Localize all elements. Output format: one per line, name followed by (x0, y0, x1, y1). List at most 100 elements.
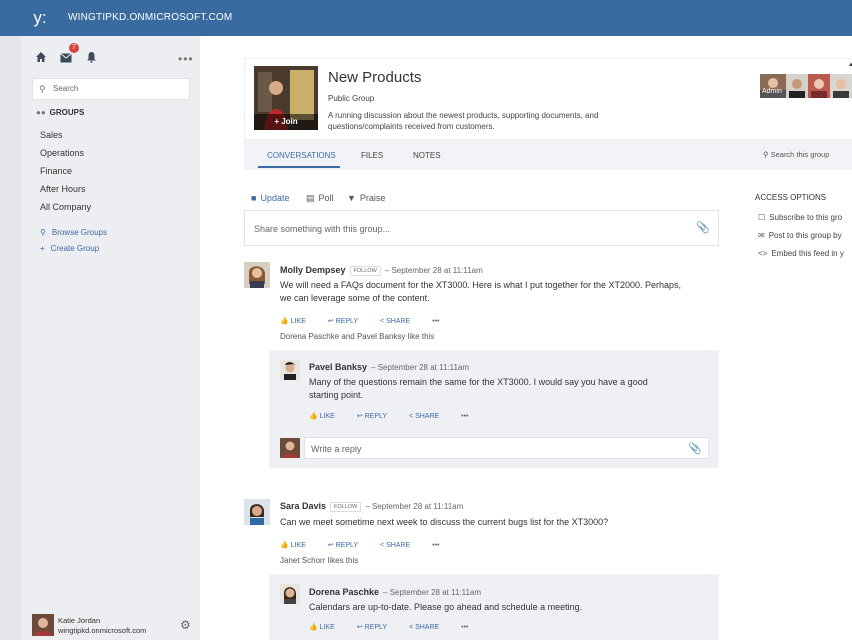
tenant-name[interactable]: WINGTIPKD.ONMICROSOFT.COM (68, 12, 232, 23)
sidebar: 7 ••• ⚲ Search ●● GROUPS Sales Operations… (22, 36, 200, 640)
author-name: Molly Dempsey (280, 265, 346, 275)
reply-author[interactable]: Dorena Paschke – September 28 at 11:11am (309, 587, 481, 597)
user-avatar[interactable] (32, 614, 54, 636)
members-more-marker[interactable]: ▲ (848, 62, 852, 68)
top-bar: y: WINGTIPKD.ONMICROSOFT.COM (0, 0, 852, 36)
share-label: SHARE (386, 542, 411, 549)
sidebar-item-all-company[interactable]: All Company (40, 201, 91, 219)
follow-button[interactable]: FOLLOW (330, 501, 362, 512)
write-reply-placeholder: Write a reply (311, 444, 362, 454)
poll-icon: ▤ (306, 193, 315, 203)
embed-feed-option[interactable]: <> Embed this feed in y (758, 249, 844, 258)
follow-button[interactable]: FOLLOW (349, 265, 381, 276)
tab-files[interactable]: FILES (361, 151, 383, 160)
subscribe-option[interactable]: ☐ Subscribe to this gro (758, 213, 842, 222)
tab-conversations[interactable]: CONVERSATIONS (267, 151, 336, 160)
like-label: LIKE (290, 318, 306, 325)
sidebar-item-finance[interactable]: Finance (40, 165, 91, 183)
access-options-heading: ACCESS OPTIONS (755, 193, 827, 202)
reply-label: REPLY (364, 413, 388, 420)
reply-body: Calendars are up-to-date. Please go ahea… (309, 601, 582, 614)
post-body: We will need a FAQs document for the XT3… (280, 279, 681, 305)
current-user-avatar (280, 438, 300, 458)
browse-groups-link[interactable]: ⚲ Browse Groups (40, 228, 107, 237)
praise-tab[interactable]: ▼ Praise (347, 193, 385, 203)
like-button[interactable]: 👍 LIKE (309, 413, 345, 420)
likes-summary[interactable]: Dorena Paschke and Pavel Banksy like thi… (280, 332, 434, 341)
reply-author[interactable]: Pavel Banksy – September 28 at 11:11am (309, 362, 469, 372)
notification-badge: 7 (69, 43, 79, 53)
sidebar-search-input[interactable]: ⚲ Search (32, 78, 190, 100)
avatar[interactable] (280, 360, 300, 380)
groups-icon: ●● (36, 108, 46, 117)
home-icon[interactable] (32, 50, 50, 68)
sidebar-item-operations[interactable]: Operations (40, 147, 91, 165)
reply-label: REPLY (335, 542, 359, 549)
author-name: Dorena Paschke (309, 587, 380, 597)
plus-icon: + (40, 244, 45, 253)
create-group-link[interactable]: + Create Group (40, 244, 99, 253)
more-actions-icon[interactable]: ••• (461, 413, 468, 420)
attachment-icon[interactable]: 📎 (696, 221, 710, 234)
join-button[interactable]: + Join (254, 114, 318, 130)
user-name: Katie Jordan (58, 616, 101, 625)
reply-button[interactable]: ↩ REPLY (328, 542, 368, 549)
post-timestamp[interactable]: – September 28 at 11:11am (365, 502, 463, 511)
more-options-icon[interactable]: ••• (178, 52, 194, 66)
share-button[interactable]: < SHARE (409, 624, 449, 631)
create-group-label: Create Group (50, 244, 100, 253)
reply-button[interactable]: ↩ REPLY (357, 413, 397, 420)
share-button[interactable]: < SHARE (380, 318, 420, 325)
group-search-placeholder: Search this group (770, 150, 830, 159)
reply-text-line: Calendars are up-to-date. Please go ahea… (309, 602, 583, 612)
poll-tab[interactable]: ▤ Poll (306, 193, 334, 204)
embed-feed-label: Embed this feed in y (771, 249, 844, 258)
avatar[interactable] (244, 499, 270, 525)
bell-icon[interactable] (82, 50, 100, 68)
like-button[interactable]: 👍 LIKE (280, 318, 316, 325)
share-label: SHARE (415, 624, 440, 631)
admin-label: Admin (762, 88, 782, 95)
group-photo: + Join (254, 66, 318, 130)
post-text-line: We will need a FAQs document for the XT3… (280, 280, 682, 290)
like-button[interactable]: 👍 LIKE (309, 624, 345, 631)
post-author[interactable]: Sara Davis FOLLOW – September 28 at 11:11a… (280, 501, 463, 512)
reply-timestamp[interactable]: – September 28 at 11:11am (371, 363, 469, 372)
sidebar-item-sales[interactable]: Sales (40, 129, 91, 147)
post-text-line: we can leverage some of the content. (280, 293, 430, 303)
tab-notes[interactable]: NOTES (413, 151, 441, 160)
write-reply-input[interactable]: Write a reply 📎 (304, 437, 709, 459)
post-timestamp[interactable]: – September 28 at 11:11am (385, 266, 483, 275)
reply-timestamp[interactable]: – September 28 at 11:11am (383, 588, 481, 597)
avatar[interactable] (280, 584, 300, 604)
group-tabs: CONVERSATIONS FILES NOTES (244, 140, 852, 170)
sidebar-item-after-hours[interactable]: After Hours (40, 183, 91, 201)
mail-icon: ✉ (758, 231, 765, 240)
reply-button[interactable]: ↩ REPLY (328, 318, 368, 325)
share-button[interactable]: < SHARE (380, 542, 420, 549)
reply-label: REPLY (335, 318, 359, 325)
reply-button[interactable]: ↩ REPLY (357, 624, 397, 631)
groups-heading: ●● GROUPS (36, 108, 84, 117)
reply-body: Many of the questions remain the same fo… (309, 376, 648, 402)
update-tab[interactable]: ■ Update (251, 193, 289, 203)
settings-gear-icon[interactable]: ⚙ (180, 618, 191, 632)
publisher-input[interactable]: Share something with this group... 📎 (244, 210, 719, 246)
yammer-logo[interactable]: y: (23, 0, 57, 36)
groups-heading-label: GROUPS (49, 108, 85, 117)
post-by-email-option[interactable]: ✉ Post to this group by (758, 231, 842, 240)
post-author[interactable]: Molly Dempsey FOLLOW – September 28 at 11:… (280, 265, 483, 276)
update-icon: ■ (251, 193, 257, 203)
share-button[interactable]: < SHARE (409, 413, 449, 420)
poll-label: Poll (318, 193, 334, 203)
more-actions-icon[interactable]: ••• (461, 624, 468, 631)
group-search-input[interactable]: ⚲ Search this group (763, 150, 829, 159)
like-button[interactable]: 👍 LIKE (280, 542, 316, 549)
likes-summary[interactable]: Janet Schorr likes this (280, 556, 358, 565)
more-actions-icon[interactable]: ••• (432, 318, 439, 325)
search-icon: ⚲ (763, 150, 769, 159)
avatar[interactable] (244, 262, 270, 288)
attachment-icon[interactable]: 📎 (688, 442, 702, 455)
more-actions-icon[interactable]: ••• (432, 542, 439, 549)
group-title: New Products (328, 69, 422, 86)
